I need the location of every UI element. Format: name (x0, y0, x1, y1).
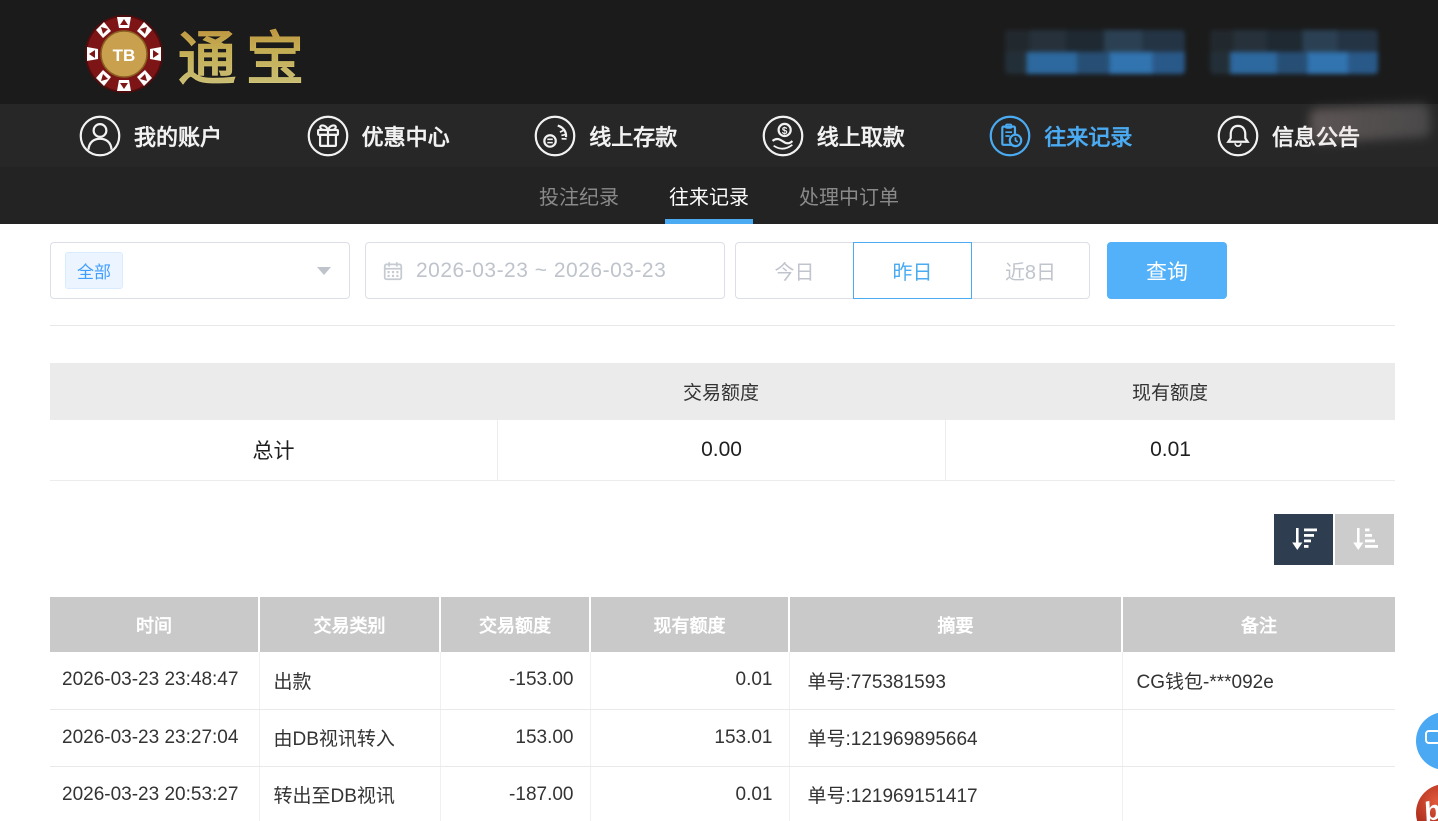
tab-transaction-records[interactable]: 往来记录 (667, 167, 751, 224)
cell-balance: 0.01 (590, 766, 789, 821)
cell-amount: -153.00 (440, 652, 590, 709)
sort-descending-button[interactable] (1274, 514, 1333, 565)
chevron-down-icon (317, 267, 331, 275)
nav-item-announcements[interactable]: 信息公告 (1216, 114, 1360, 158)
summary-total-label: 总计 (50, 435, 497, 465)
cell-type: 由DB视讯转入 (259, 709, 440, 766)
cell-balance: 153.01 (590, 709, 789, 766)
user-icon (78, 114, 122, 158)
quick-btn-last8days[interactable]: 近8日 (971, 242, 1090, 299)
deposit-icon (533, 114, 577, 158)
nav-label: 优惠中心 (362, 120, 450, 152)
nav-label: 线上取款 (817, 120, 905, 152)
cell-time: 2026-03-23 23:48:47 (50, 652, 259, 709)
cell-time: 2026-03-23 23:27:04 (50, 709, 259, 766)
quick-date-group: 今日 昨日 近8日 (735, 242, 1090, 299)
summary-table: 交易额度 现有额度 总计 0.00 0.01 (50, 363, 1395, 481)
svg-text:TB: TB (113, 46, 136, 65)
sort-amount-desc-icon (1289, 526, 1319, 553)
gift-icon (306, 114, 350, 158)
record-subtabs: 投注纪录 往来记录 处理中订单 (0, 167, 1438, 224)
quick-btn-label: 昨日 (893, 256, 933, 285)
nav-item-promotions[interactable]: 优惠中心 (306, 114, 450, 158)
chat-bubble-icon (1425, 730, 1438, 744)
poker-chip-icon: TB (84, 14, 164, 94)
col-header-amount: 交易额度 (440, 597, 590, 652)
tab-label: 往来记录 (669, 181, 749, 210)
quick-btn-yesterday[interactable]: 昨日 (853, 242, 972, 299)
table-row: 2026-03-23 23:27:04 由DB视讯转入 153.00 153.0… (50, 709, 1395, 766)
calendar-icon (382, 260, 404, 282)
records-icon (988, 114, 1032, 158)
main-nav: 我的账户 优惠中心 线上存款 (0, 104, 1438, 167)
withdraw-icon: $ (761, 114, 805, 158)
blurred-balance (1210, 30, 1378, 74)
blurred-username (1005, 30, 1185, 74)
sort-amount-asc-icon (1350, 526, 1380, 553)
brand-logo[interactable]: TB 通宝 (84, 12, 314, 96)
summary-balance-total: 0.01 (945, 420, 1395, 480)
quick-btn-label: 今日 (775, 256, 815, 285)
tab-pending-orders[interactable]: 处理中订单 (797, 167, 901, 224)
cell-type: 转出至DB视讯 (259, 766, 440, 821)
cell-note: CG钱包-***092e (1122, 652, 1395, 709)
table-row: 2026-03-23 23:48:47 出款 -153.00 0.01 单号:7… (50, 652, 1395, 709)
cell-note (1122, 709, 1395, 766)
date-range-value: 2026-03-23 ~ 2026-03-23 (416, 259, 666, 283)
col-header-summary: 摘要 (789, 597, 1122, 652)
section-divider (50, 325, 1395, 326)
search-button-label: 查询 (1146, 256, 1188, 286)
summary-transaction-total: 0.00 (497, 420, 945, 480)
summary-header-transaction: 交易额度 (497, 378, 945, 405)
cell-type: 出款 (259, 652, 440, 709)
nav-item-my-account[interactable]: 我的账户 (78, 114, 222, 158)
nav-item-transaction-records[interactable]: 往来记录 (988, 114, 1132, 158)
nav-label: 我的账户 (134, 120, 222, 152)
selected-type-tag[interactable]: 全部 (65, 252, 123, 289)
promo-logo-icon: b (1420, 794, 1438, 821)
nav-label: 信息公告 (1272, 120, 1360, 152)
col-header-balance: 现有额度 (590, 597, 789, 652)
cell-amount: -187.00 (440, 766, 590, 821)
cell-summary: 单号:121969151417 (789, 766, 1122, 821)
date-range-input[interactable]: 2026-03-23 ~ 2026-03-23 (365, 242, 725, 299)
promo-floating-button[interactable]: b (1416, 784, 1438, 821)
nav-label: 往来记录 (1044, 120, 1132, 152)
cell-summary: 单号:121969895664 (789, 709, 1122, 766)
summary-total-row: 总计 0.00 0.01 (50, 420, 1395, 481)
customer-service-button[interactable] (1416, 712, 1438, 770)
summary-header-balance: 现有额度 (945, 378, 1395, 405)
cell-amount: 153.00 (440, 709, 590, 766)
col-header-time: 时间 (50, 597, 259, 652)
brand-name: 通宝 (178, 12, 314, 96)
top-header: TB 通宝 (0, 0, 1438, 104)
summary-header-row: 交易额度 现有额度 (50, 363, 1395, 420)
sort-ascending-button[interactable] (1335, 514, 1394, 565)
quick-btn-today[interactable]: 今日 (735, 242, 854, 299)
nav-item-deposit[interactable]: 线上存款 (533, 114, 677, 158)
type-select[interactable]: 全部 (50, 242, 350, 299)
sort-controls (1274, 514, 1394, 565)
cell-balance: 0.01 (590, 652, 789, 709)
tab-label: 处理中订单 (799, 181, 899, 210)
table-header-row: 时间 交易类别 交易额度 现有额度 摘要 备注 (50, 597, 1395, 652)
bell-icon (1216, 114, 1260, 158)
cell-summary: 单号:775381593 (789, 652, 1122, 709)
col-header-type: 交易类别 (259, 597, 440, 652)
nav-item-withdraw[interactable]: $ 线上取款 (761, 114, 905, 158)
transactions-table: 时间 交易类别 交易额度 现有额度 摘要 备注 2026-03-23 23:48… (50, 597, 1395, 821)
nav-label: 线上存款 (589, 120, 677, 152)
search-button[interactable]: 查询 (1107, 242, 1227, 299)
col-header-note: 备注 (1122, 597, 1395, 652)
cell-time: 2026-03-23 20:53:27 (50, 766, 259, 821)
table-row: 2026-03-23 20:53:27 转出至DB视讯 -187.00 0.01… (50, 766, 1395, 821)
tab-betting-records[interactable]: 投注纪录 (537, 167, 621, 224)
tab-label: 投注纪录 (539, 181, 619, 210)
cell-note (1122, 766, 1395, 821)
svg-text:$: $ (782, 125, 788, 136)
quick-btn-label: 近8日 (1005, 256, 1056, 285)
page: TB 通宝 我的账户 优惠中心 (0, 0, 1438, 821)
